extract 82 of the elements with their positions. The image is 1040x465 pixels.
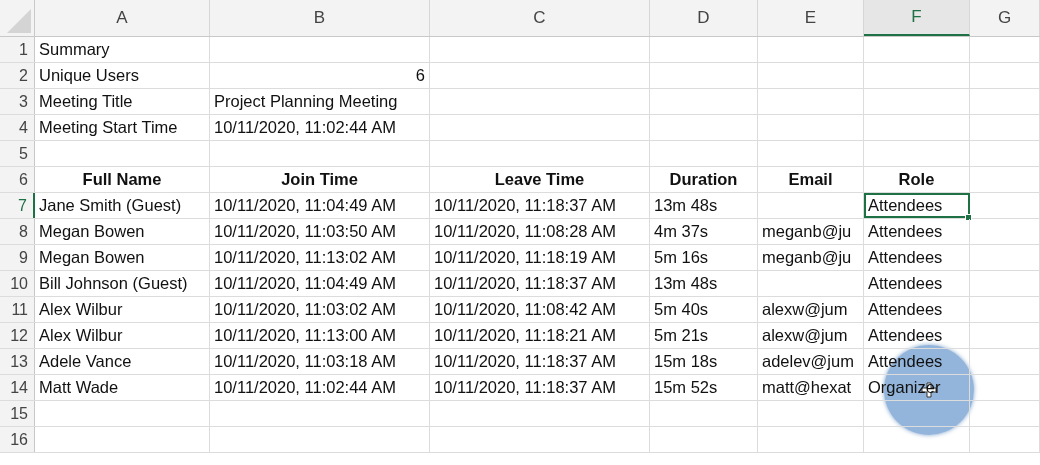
table-cell: 10/11/2020, 11:18:19 AM <box>430 245 650 270</box>
row-header[interactable]: 13 <box>0 349 35 374</box>
table-cell: 10/11/2020, 11:18:37 AM <box>430 349 650 374</box>
table-cell: 13m 48s <box>650 193 758 218</box>
table-cell: 6 <box>210 63 430 88</box>
table-cell: Project Planning Meeting <box>210 89 430 114</box>
row-header[interactable]: 14 <box>0 375 35 400</box>
row-header[interactable]: 7 <box>0 193 35 218</box>
table-cell: Meeting Title <box>35 89 210 114</box>
table-cell: 10/11/2020, 11:04:49 AM <box>210 193 430 218</box>
column-heading-cell: Duration <box>650 167 758 192</box>
table-cell: 10/11/2020, 11:08:42 AM <box>430 297 650 322</box>
column-heading-cell: Full Name <box>35 167 210 192</box>
table-cell: Jane Smith (Guest) <box>35 193 210 218</box>
table-cell: Attendees <box>864 349 970 374</box>
row-header[interactable]: 9 <box>0 245 35 270</box>
table-cell: Bill Johnson (Guest) <box>35 271 210 296</box>
table-cell: Meeting Start Time <box>35 115 210 140</box>
row-header[interactable]: 6 <box>0 167 35 192</box>
table-cell: Summary <box>35 37 210 62</box>
column-header[interactable]: B <box>210 0 430 36</box>
table-cell: 15m 52s <box>650 375 758 400</box>
table-cell: 10/11/2020, 11:04:49 AM <box>210 271 430 296</box>
table-cell: Alex Wilbur <box>35 323 210 348</box>
column-header[interactable]: F <box>864 0 970 36</box>
row-header[interactable]: 15 <box>0 401 35 426</box>
table-cell: 10/11/2020, 11:18:37 AM <box>430 271 650 296</box>
table-cell: Attendees <box>864 271 970 296</box>
table-cell: adelev@jum <box>758 349 864 374</box>
table-cell: 5m 21s <box>650 323 758 348</box>
row-header[interactable]: 4 <box>0 115 35 140</box>
table-cell: 10/11/2020, 11:08:28 AM <box>430 219 650 244</box>
row-header[interactable]: 3 <box>0 89 35 114</box>
table-cell: Megan Bowen <box>35 219 210 244</box>
table-cell: 15m 18s <box>650 349 758 374</box>
row-header[interactable]: 16 <box>0 427 35 452</box>
table-cell: alexw@jum <box>758 297 864 322</box>
table-cell: Attendees <box>864 219 970 244</box>
table-cell: Attendees <box>864 193 970 218</box>
table-cell: Alex Wilbur <box>35 297 210 322</box>
table-cell: 10/11/2020, 11:03:50 AM <box>210 219 430 244</box>
table-cell: 10/11/2020, 11:18:37 AM <box>430 193 650 218</box>
table-cell: 10/11/2020, 11:03:18 AM <box>210 349 430 374</box>
table-cell: meganb@ju <box>758 245 864 270</box>
table-cell: matt@hexat <box>758 375 864 400</box>
table-cell: Attendees <box>864 297 970 322</box>
cursor-icon <box>921 382 937 398</box>
column-heading-cell: Email <box>758 167 864 192</box>
column-header[interactable]: D <box>650 0 758 36</box>
table-cell: 10/11/2020, 11:02:44 AM <box>210 115 430 140</box>
row-header[interactable]: 5 <box>0 141 35 166</box>
row-header[interactable]: 11 <box>0 297 35 322</box>
table-cell: 10/11/2020, 11:13:00 AM <box>210 323 430 348</box>
table-cell: 4m 37s <box>650 219 758 244</box>
table-cell: 5m 16s <box>650 245 758 270</box>
row-header[interactable]: 8 <box>0 219 35 244</box>
table-cell: alexw@jum <box>758 323 864 348</box>
table-cell: 13m 48s <box>650 271 758 296</box>
table-cell: 5m 40s <box>650 297 758 322</box>
column-header[interactable]: A <box>35 0 210 36</box>
table-cell: Attendees <box>864 245 970 270</box>
table-cell: meganb@ju <box>758 219 864 244</box>
table-cell: Attendees <box>864 323 970 348</box>
row-header[interactable]: 12 <box>0 323 35 348</box>
column-heading-cell: Leave Time <box>430 167 650 192</box>
table-cell: 10/11/2020, 11:18:37 AM <box>430 375 650 400</box>
table-cell: Megan Bowen <box>35 245 210 270</box>
table-cell: Adele Vance <box>35 349 210 374</box>
row-header[interactable]: 2 <box>0 63 35 88</box>
table-cell: Matt Wade <box>35 375 210 400</box>
row-header[interactable]: 1 <box>0 37 35 62</box>
table-cell: 10/11/2020, 11:03:02 AM <box>210 297 430 322</box>
column-header[interactable]: C <box>430 0 650 36</box>
column-heading-cell: Join Time <box>210 167 430 192</box>
table-cell: 10/11/2020, 11:02:44 AM <box>210 375 430 400</box>
table-cell: Unique Users <box>35 63 210 88</box>
column-heading-cell: Role <box>864 167 970 192</box>
row-header[interactable]: 10 <box>0 271 35 296</box>
select-all-icon[interactable] <box>5 7 31 33</box>
table-cell: 10/11/2020, 11:13:02 AM <box>210 245 430 270</box>
table-cell: 10/11/2020, 11:18:21 AM <box>430 323 650 348</box>
column-header[interactable]: G <box>970 0 1040 36</box>
